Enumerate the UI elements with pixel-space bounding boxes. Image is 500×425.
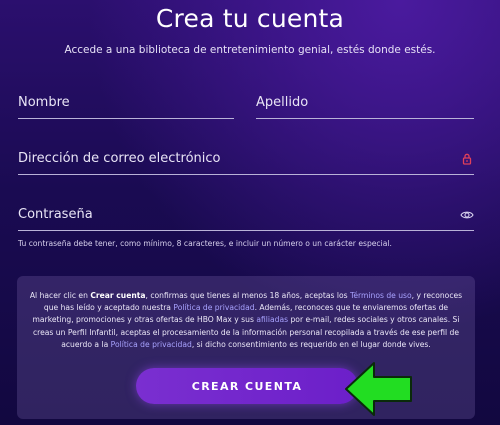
affiliates-link[interactable]: afiliadas xyxy=(256,315,288,324)
password-label: Contraseña xyxy=(18,207,93,222)
password-hint: Tu contraseña debe tener, como mínimo, 8… xyxy=(18,239,392,248)
first-name-label: Nombre xyxy=(18,95,70,110)
page-subtitle: Accede a una biblioteca de entretenimien… xyxy=(64,44,436,56)
lock-icon xyxy=(460,151,474,165)
privacy-policy-link-2[interactable]: Política de privacidad xyxy=(111,340,192,349)
email-field[interactable]: Dirección de correo electrónico xyxy=(18,146,474,175)
eye-icon[interactable] xyxy=(460,207,474,221)
terms-text-1: Al hacer clic en xyxy=(29,291,91,300)
last-name-field[interactable]: Apellido xyxy=(256,90,474,119)
last-name-label: Apellido xyxy=(256,95,309,110)
green-arrow-icon xyxy=(345,362,412,416)
terms-text-6: , si dicho consentimiento es requerido e… xyxy=(191,339,431,349)
terms-create-account-bold: Crear cuenta xyxy=(90,291,146,300)
first-name-field[interactable]: Nombre xyxy=(18,90,234,119)
terms-text: Al hacer clic en Crear cuenta, confirmas… xyxy=(27,290,465,351)
terms-text-2: , confirmas que tienes al menos 18 años,… xyxy=(145,291,350,300)
email-label: Dirección de correo electrónico xyxy=(18,151,221,166)
page-title: Crea tu cuenta xyxy=(155,4,345,33)
create-account-button[interactable]: CREAR CUENTA xyxy=(136,368,358,404)
password-field[interactable]: Contraseña xyxy=(18,202,474,231)
terms-of-use-link[interactable]: Términos de uso xyxy=(350,291,412,300)
privacy-policy-link-1[interactable]: Política de privacidad xyxy=(173,303,254,312)
